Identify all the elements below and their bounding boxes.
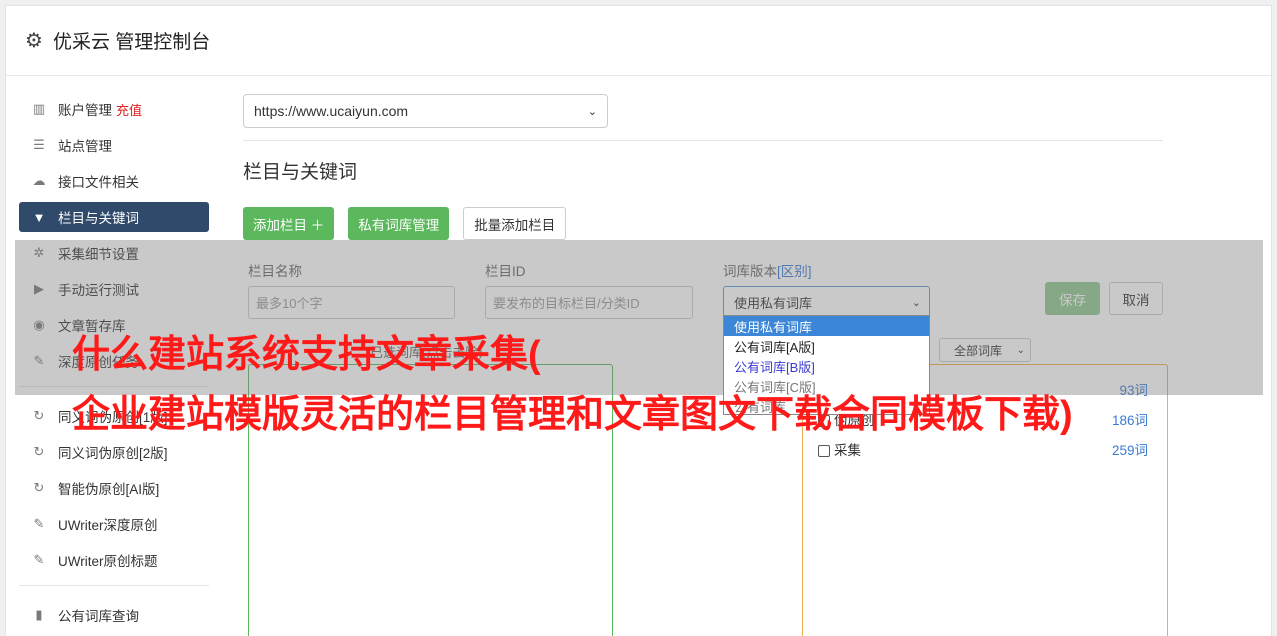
- sidebar-item-synonym-v2[interactable]: ↻ 同义词伪原创[2版]: [19, 437, 209, 467]
- sidebar-item-columns-keywords[interactable]: ▼ 栏目与关键词: [19, 202, 209, 232]
- sidebar-item-account[interactable]: ▥ 账户管理 充值: [19, 94, 209, 124]
- sidebar-item-label: 接口文件相关: [58, 175, 139, 190]
- site-select[interactable]: https://www.ucaiyun.com ⌄: [243, 94, 608, 128]
- sidebar-item-uwriter-title[interactable]: ✎ UWriter原创标题: [19, 545, 209, 575]
- cloud-upload-icon: ☁: [32, 173, 46, 188]
- dropdown-option[interactable]: 公有词库[B版]: [724, 356, 929, 376]
- private-lib-button[interactable]: 私有词库管理: [348, 207, 450, 240]
- divider: [243, 140, 1163, 141]
- sidebar-item-uwriter-deep[interactable]: ✎ UWriter深度原创: [19, 509, 209, 539]
- sidebar-item-interface-files[interactable]: ☁ 接口文件相关: [19, 166, 209, 196]
- dropdown-option[interactable]: 使用私有词库: [724, 316, 929, 336]
- sidebar-item-label: 账户管理: [58, 103, 112, 118]
- sidebar-item-label: 智能伪原创[AI版]: [58, 482, 160, 497]
- sidebar-item-sites[interactable]: ☰ 站点管理: [19, 130, 209, 160]
- batch-add-button[interactable]: 批量添加栏目: [463, 207, 567, 240]
- sidebar-item-label: 栏目与关键词: [58, 211, 139, 226]
- section-title: 栏目与关键词: [243, 162, 358, 183]
- header: ⚙ 优采云 管理控制台: [6, 6, 1271, 76]
- book-icon: ▮: [35, 607, 43, 622]
- lib-count[interactable]: 259词: [1112, 439, 1148, 459]
- add-column-button[interactable]: 添加栏目 ＋: [243, 207, 335, 240]
- sidebar-item-label: UWriter原创标题: [58, 554, 158, 569]
- gear-icon: ⚙: [25, 30, 43, 52]
- refresh-icon: ↻: [33, 408, 45, 423]
- refresh-icon: ↻: [33, 444, 45, 459]
- sidebar-item-label: UWriter深度原创: [58, 518, 158, 533]
- watermark-line-2: 企业建站模版灵活的栏目管理和文章图文下载合同模板下载): [72, 394, 1073, 436]
- button-row: 添加栏目 ＋ 私有词库管理 批量添加栏目: [243, 207, 1163, 240]
- lib-item[interactable]: 采集 259词: [818, 439, 1148, 459]
- bar-chart-icon: ▥: [32, 101, 46, 116]
- server-icon: ☰: [33, 137, 45, 152]
- recharge-link[interactable]: 充值: [116, 100, 142, 119]
- edit-icon: ✎: [33, 552, 45, 567]
- checkbox[interactable]: [818, 445, 830, 458]
- watermark-line-1: 什么建站系统支持文章采集(: [72, 334, 541, 376]
- sidebar-item-label: 公有词库查询: [58, 609, 139, 624]
- page-title: 优采云 管理控制台: [52, 32, 211, 53]
- sidebar-item-ai-rewrite[interactable]: ↻ 智能伪原创[AI版]: [19, 473, 209, 503]
- sidebar-item-public-lib-query[interactable]: ▮ 公有词库查询: [19, 600, 209, 630]
- main-content: https://www.ucaiyun.com ⌄ 栏目与关键词 添加栏目 ＋ …: [243, 94, 1168, 636]
- sidebar-item-label: 站点管理: [58, 139, 112, 154]
- refresh-icon: ↻: [33, 480, 45, 495]
- chevron-down-icon: ⌄: [587, 105, 597, 118]
- site-select-value: https://www.ucaiyun.com: [254, 103, 409, 119]
- sidebar-item-label: 同义词伪原创[2版]: [58, 446, 168, 461]
- lib-name: 采集: [834, 443, 861, 458]
- lib-count[interactable]: 186词: [1112, 409, 1148, 429]
- edit-icon: ✎: [33, 516, 45, 531]
- sidebar-divider: [19, 585, 209, 586]
- dropdown-option[interactable]: 公有词库[A版]: [724, 336, 929, 356]
- filter-icon: ▼: [32, 209, 46, 225]
